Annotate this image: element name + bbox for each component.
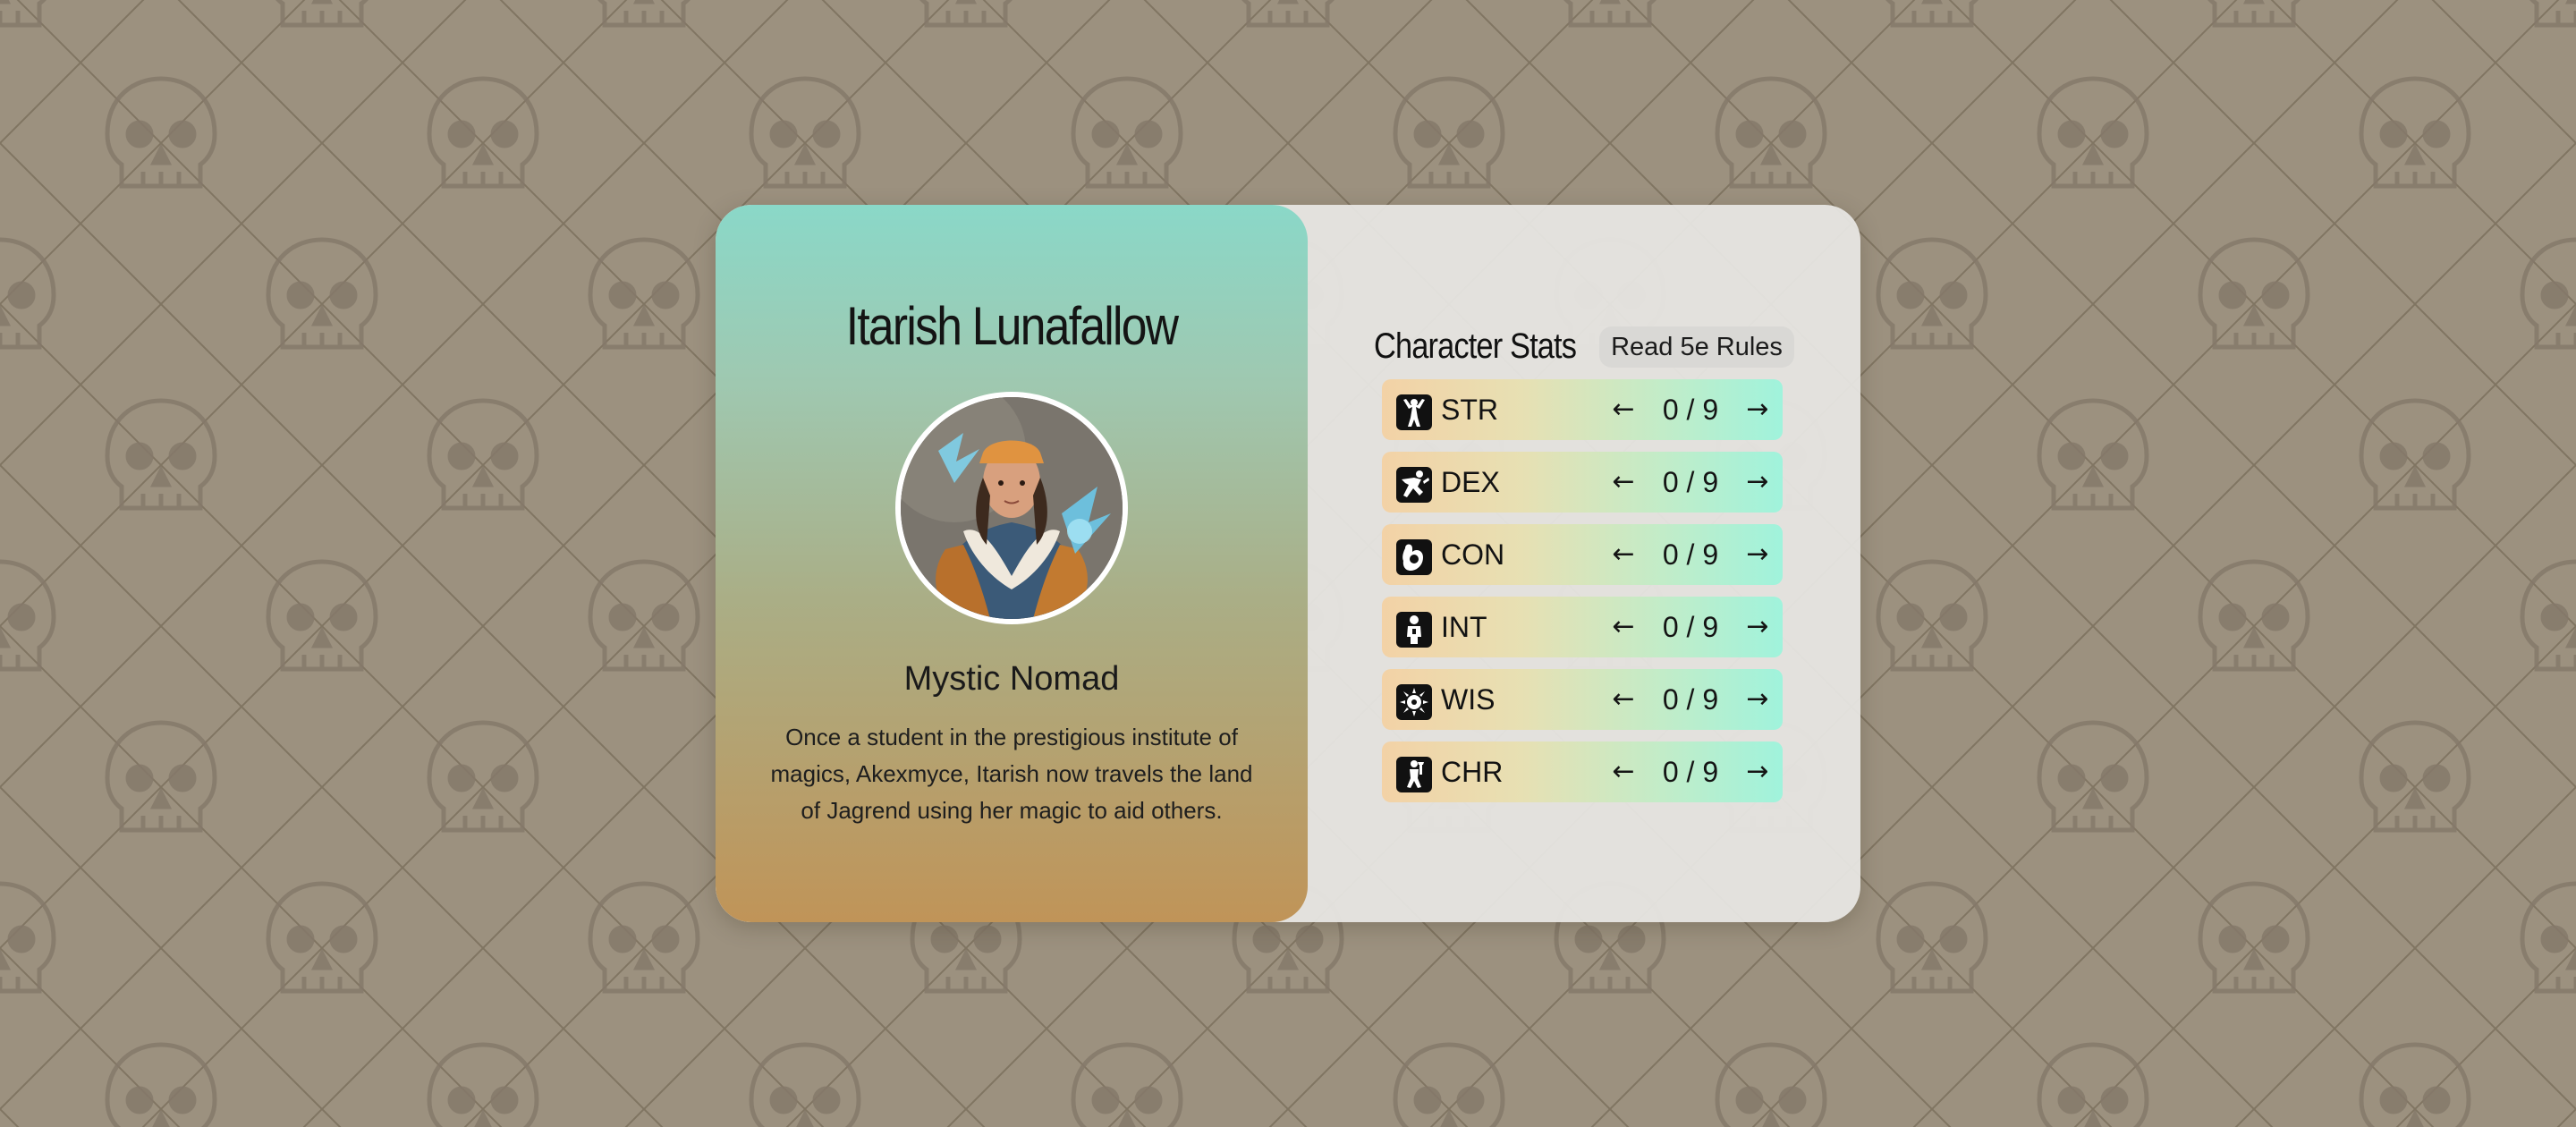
stat-value: 0 / 9 xyxy=(1662,756,1719,788)
character-profile-panel: Itarish Lunafallow Mystic Nomad Once a s… xyxy=(716,205,1308,922)
read-rules-button[interactable]: Read 5e Rules xyxy=(1599,326,1794,368)
intelligence-icon xyxy=(1396,612,1432,648)
decrease-str-button[interactable]: ← xyxy=(1606,379,1641,440)
stat-label: INT xyxy=(1441,611,1487,643)
wisdom-icon xyxy=(1396,684,1432,720)
character-class: Mystic Nomad xyxy=(903,660,1120,698)
stat-value: 0 / 9 xyxy=(1662,538,1719,571)
increase-dex-button[interactable]: → xyxy=(1740,452,1775,513)
decrease-wis-button[interactable]: ← xyxy=(1606,669,1641,730)
stat-row-wis: WIS ← 0 / 9 → xyxy=(1382,669,1783,730)
stats-header: Character Stats Read 5e Rules xyxy=(1374,324,1839,369)
increase-str-button[interactable]: → xyxy=(1740,379,1775,440)
charisma-icon xyxy=(1396,757,1432,792)
decrease-chr-button[interactable]: ← xyxy=(1606,741,1641,802)
stat-row-str: STR ← 0 / 9 → xyxy=(1382,379,1783,440)
increase-chr-button[interactable]: → xyxy=(1740,741,1775,802)
stat-label: WIS xyxy=(1441,683,1496,716)
increase-wis-button[interactable]: → xyxy=(1740,669,1775,730)
increase-con-button[interactable]: → xyxy=(1740,524,1775,585)
decrease-int-button[interactable]: ← xyxy=(1606,597,1641,657)
stat-row-dex: DEX ← 0 / 9 → xyxy=(1382,452,1783,513)
constitution-icon xyxy=(1396,539,1432,575)
increase-int-button[interactable]: → xyxy=(1740,597,1775,657)
stat-value: 0 / 9 xyxy=(1662,611,1719,643)
character-name: Itarish Lunafallow xyxy=(845,296,1179,356)
stat-row-int: INT ← 0 / 9 → xyxy=(1382,597,1783,657)
stat-label: CHR xyxy=(1441,756,1504,788)
stats-title: Character Stats xyxy=(1374,326,1577,366)
stat-value: 0 / 9 xyxy=(1662,466,1719,498)
stat-row-chr: CHR ← 0 / 9 → xyxy=(1382,741,1783,802)
stat-row-con: CON ← 0 / 9 → xyxy=(1382,524,1783,585)
strength-icon xyxy=(1396,394,1432,430)
stat-value: 0 / 9 xyxy=(1662,683,1719,716)
decrease-con-button[interactable]: ← xyxy=(1606,524,1641,585)
stat-value: 0 / 9 xyxy=(1662,394,1719,426)
character-portrait xyxy=(895,392,1128,624)
character-card: Itarish Lunafallow Mystic Nomad Once a s… xyxy=(716,205,1860,922)
stat-label: STR xyxy=(1441,394,1498,426)
stat-label: CON xyxy=(1441,538,1505,571)
decrease-dex-button[interactable]: ← xyxy=(1606,452,1641,513)
character-bio: Once a student in the prestigious instit… xyxy=(770,724,1253,824)
stat-label: DEX xyxy=(1441,466,1500,498)
dexterity-icon xyxy=(1396,467,1432,503)
